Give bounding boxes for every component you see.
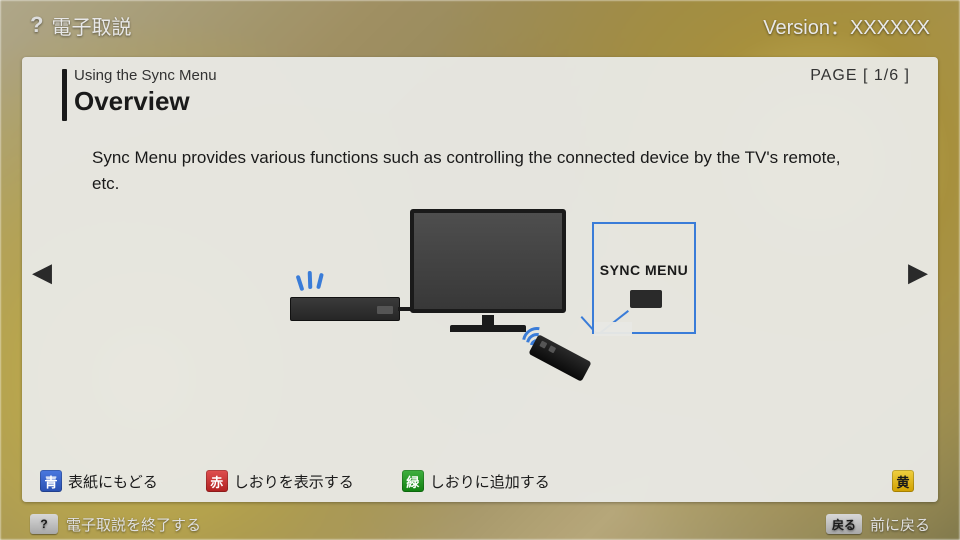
- help-key-icon[interactable]: ?: [30, 514, 58, 534]
- blue-action[interactable]: 青 表紙にもどる: [40, 470, 158, 492]
- back-label: 前に戻る: [870, 514, 930, 535]
- tv-stand-icon: [482, 315, 494, 325]
- color-key-legend: 青 表紙にもどる 赤 しおりを表示する 緑 しおりに追加する 黄: [22, 470, 938, 492]
- callout-button-icon: [630, 290, 662, 308]
- top-bar: ? 電子取説 Version：XXXXXX: [0, 0, 960, 50]
- page-indicator: PAGE [ 1/6 ]: [810, 67, 910, 85]
- yellow-chip-icon: 黄: [892, 470, 914, 492]
- settop-box-icon: [290, 297, 400, 321]
- card-header: Using the Sync Menu Overview PAGE [ 1/6 …: [22, 57, 938, 117]
- green-action[interactable]: 緑 しおりに追加する: [402, 470, 550, 492]
- back-key-icon[interactable]: 戻る: [826, 514, 862, 534]
- red-action[interactable]: 赤 しおりを表示する: [206, 470, 354, 492]
- breadcrumb: Using the Sync Menu: [74, 67, 910, 84]
- sync-menu-diagram: SYNC MENU: [260, 207, 700, 407]
- callout-label: SYNC MENU: [594, 262, 694, 278]
- tv-icon: [410, 209, 566, 313]
- prev-page-arrow[interactable]: ◀: [32, 257, 52, 288]
- signal-line-icon: [296, 275, 305, 291]
- blue-chip-icon: 青: [40, 470, 62, 492]
- title-accent: [62, 69, 67, 121]
- red-chip-icon: 赤: [206, 470, 228, 492]
- green-chip-icon: 緑: [402, 470, 424, 492]
- description-text: Sync Menu provides various functions suc…: [92, 145, 868, 196]
- tv-stand-icon: [450, 325, 526, 332]
- yellow-action[interactable]: 黄: [892, 470, 920, 492]
- signal-line-icon: [316, 273, 324, 289]
- help-icon: ?: [30, 12, 43, 38]
- app-title: 電子取説: [51, 11, 131, 40]
- remote-icon: [528, 334, 591, 382]
- blue-label: 表紙にもどる: [68, 471, 158, 492]
- next-page-arrow[interactable]: ▶: [908, 257, 928, 288]
- version-label: Version：XXXXXX: [763, 11, 930, 40]
- bottom-bar: ? 電子取説を終了する 戻る 前に戻る: [0, 508, 960, 540]
- card-body: Sync Menu provides various functions suc…: [22, 117, 938, 502]
- red-label: しおりを表示する: [234, 471, 354, 492]
- exit-manual-label: 電子取説を終了する: [66, 514, 201, 535]
- callout-mask: [594, 322, 632, 336]
- signal-line-icon: [308, 271, 313, 289]
- green-label: しおりに追加する: [430, 471, 550, 492]
- page-title: Overview: [74, 86, 910, 117]
- content-card: Using the Sync Menu Overview PAGE [ 1/6 …: [22, 57, 938, 502]
- callout-box: SYNC MENU: [592, 222, 696, 334]
